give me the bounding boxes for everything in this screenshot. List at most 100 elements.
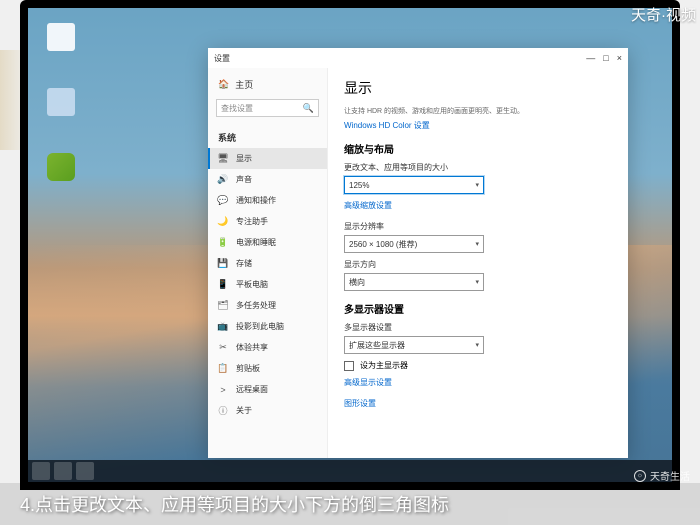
multi-label: 多显示器设置 [344, 322, 612, 333]
sidebar-item-power[interactable]: 🔋 电源和睡眠 [208, 232, 327, 253]
remote-icon: > [218, 385, 228, 395]
sidebar-item-label: 专注助手 [236, 216, 268, 227]
section-multi-heading: 多显示器设置 [344, 301, 612, 316]
sidebar-item-label: 远程桌面 [236, 384, 268, 395]
power-icon: 🔋 [218, 238, 228, 248]
sidebar-item-notifications[interactable]: 💬 通知和操作 [208, 190, 327, 211]
sidebar-item-project[interactable]: 📺 投影到此电脑 [208, 316, 327, 337]
multi-value: 扩展这些显示器 [349, 340, 405, 351]
minimize-button[interactable]: — [586, 53, 595, 63]
sidebar-item-label: 存储 [236, 258, 252, 269]
resolution-select[interactable]: 2560 × 1080 (推荐) ▾ [344, 235, 484, 253]
advanced-scale-link[interactable]: 高级缩放设置 [344, 200, 612, 211]
desktop-icon-recycle[interactable] [43, 88, 79, 128]
project-icon: 📺 [218, 322, 228, 332]
search-icon: 🔍 [303, 103, 314, 114]
wechat-icon [47, 153, 75, 181]
taskbar[interactable] [28, 460, 672, 482]
taskbar-search[interactable] [54, 462, 72, 480]
clipboard-icon: 📋 [218, 364, 228, 374]
section-scale-heading: 缩放与布局 [344, 141, 612, 156]
sidebar-item-display[interactable]: 🖥 显示 [208, 148, 327, 169]
home-label: 主页 [235, 78, 253, 91]
chevron-down-icon: ▾ [475, 278, 479, 286]
graphics-settings-link[interactable]: 图形设置 [344, 398, 612, 409]
resolution-label: 显示分辨率 [344, 221, 612, 232]
desktop-screen: 设置 — □ × 🏠 主页 查找设置 🔍 系统 [28, 8, 672, 482]
sidebar-item-sound[interactable]: 🔊 声音 [208, 169, 327, 190]
settings-content: 显示 让支持 HDR 的视频、游戏和应用的画面更明亮、更生动。 Windows … [328, 68, 628, 458]
checkbox-icon [344, 361, 354, 371]
sidebar-item-label: 平板电脑 [236, 279, 268, 290]
start-button[interactable] [32, 462, 50, 480]
chevron-down-icon: ▾ [475, 341, 479, 349]
recycle-icon [47, 88, 75, 116]
sidebar-item-label: 体验共享 [236, 342, 268, 353]
tablet-icon: 📱 [218, 280, 228, 290]
sidebar-item-tablet[interactable]: 📱 平板电脑 [208, 274, 327, 295]
multitask-icon: 🗂 [218, 301, 228, 311]
sidebar-item-label: 电源和睡眠 [236, 237, 276, 248]
sidebar-item-label: 声音 [236, 174, 252, 185]
settings-sidebar: 🏠 主页 查找设置 🔍 系统 🖥 显示 🔊 声音 💬 通知和操作 🌙 专注助手 🔋 电源和… [208, 68, 328, 458]
multi-display-select[interactable]: 扩展这些显示器 ▾ [344, 336, 484, 354]
sidebar-item-multitask[interactable]: 🗂 多任务处理 [208, 295, 327, 316]
sidebar-item-label: 显示 [236, 153, 252, 164]
sidebar-home[interactable]: 🏠 主页 [208, 74, 327, 95]
close-button[interactable]: × [617, 53, 622, 63]
watermark-top: 天奇·视频 [631, 4, 696, 25]
main-display-checkbox-row[interactable]: 设为主显示器 [344, 360, 612, 371]
monitor-frame: 设置 — □ × 🏠 主页 查找设置 🔍 系统 [20, 0, 680, 490]
thispc-icon [47, 23, 75, 51]
desktop-icon-wechat[interactable] [43, 153, 79, 193]
desktop-icons [43, 23, 79, 193]
search-input[interactable]: 查找设置 🔍 [216, 99, 319, 117]
sidebar-item-sharing[interactable]: ✂ 体验共享 [208, 337, 327, 358]
orientation-select[interactable]: 横向 ▾ [344, 273, 484, 291]
watermark-logo-icon: ☼ [634, 470, 646, 482]
share-icon: ✂ [218, 343, 228, 353]
notify-icon: 💬 [218, 196, 228, 206]
orientation-value: 横向 [349, 277, 365, 288]
sidebar-item-label: 通知和操作 [236, 195, 276, 206]
sidebar-item-label: 多任务处理 [236, 300, 276, 311]
sidebar-item-label: 关于 [236, 405, 252, 416]
maximize-button[interactable]: □ [603, 53, 608, 63]
advanced-display-link[interactable]: 高级显示设置 [344, 377, 612, 388]
main-display-label: 设为主显示器 [360, 360, 408, 371]
watermark-bottom: ☼ 天奇生活 [634, 468, 690, 483]
sidebar-item-label: 剪贴板 [236, 363, 260, 374]
resolution-value: 2560 × 1080 (推荐) [349, 239, 417, 250]
chevron-down-icon: ▾ [475, 181, 479, 189]
window-title: 设置 [214, 53, 230, 64]
search-placeholder: 查找设置 [221, 103, 253, 114]
scale-value: 125% [349, 181, 369, 190]
taskbar-app[interactable] [76, 462, 94, 480]
display-icon: 🖥 [218, 154, 228, 164]
storage-icon: 💾 [218, 259, 228, 269]
about-icon: ⓘ [218, 406, 228, 416]
sidebar-item-remote[interactable]: > 远程桌面 [208, 379, 327, 400]
page-title: 显示 [344, 78, 612, 98]
desktop-icon-thispc[interactable] [43, 23, 79, 63]
hdr-description: 让支持 HDR 的视频、游戏和应用的画面更明亮、更生动。 [344, 106, 612, 116]
hdr-settings-link[interactable]: Windows HD Color 设置 [344, 120, 612, 131]
sidebar-section-label: 系统 [208, 125, 327, 148]
window-titlebar: 设置 — □ × [208, 48, 628, 68]
focus-icon: 🌙 [218, 217, 228, 227]
caption-bar: 4.点击更改文本、应用等项目的大小下方的倒三角图标 [0, 483, 700, 525]
chevron-down-icon: ▾ [475, 240, 479, 248]
sidebar-item-focus[interactable]: 🌙 专注助手 [208, 211, 327, 232]
sound-icon: 🔊 [218, 175, 228, 185]
sidebar-item-storage[interactable]: 💾 存储 [208, 253, 327, 274]
settings-window: 设置 — □ × 🏠 主页 查找设置 🔍 系统 [208, 48, 628, 458]
sidebar-item-about[interactable]: ⓘ 关于 [208, 400, 327, 421]
sidebar-item-label: 投影到此电脑 [236, 321, 284, 332]
watermark-bottom-text: 天奇生活 [650, 468, 690, 483]
scale-select[interactable]: 125% ▾ [344, 176, 484, 194]
scale-label: 更改文本、应用等项目的大小 [344, 162, 612, 173]
window-controls: — □ × [586, 53, 622, 63]
orientation-label: 显示方向 [344, 259, 612, 270]
sidebar-item-clipboard[interactable]: 📋 剪贴板 [208, 358, 327, 379]
caption-text: 4.点击更改文本、应用等项目的大小下方的倒三角图标 [20, 491, 449, 517]
